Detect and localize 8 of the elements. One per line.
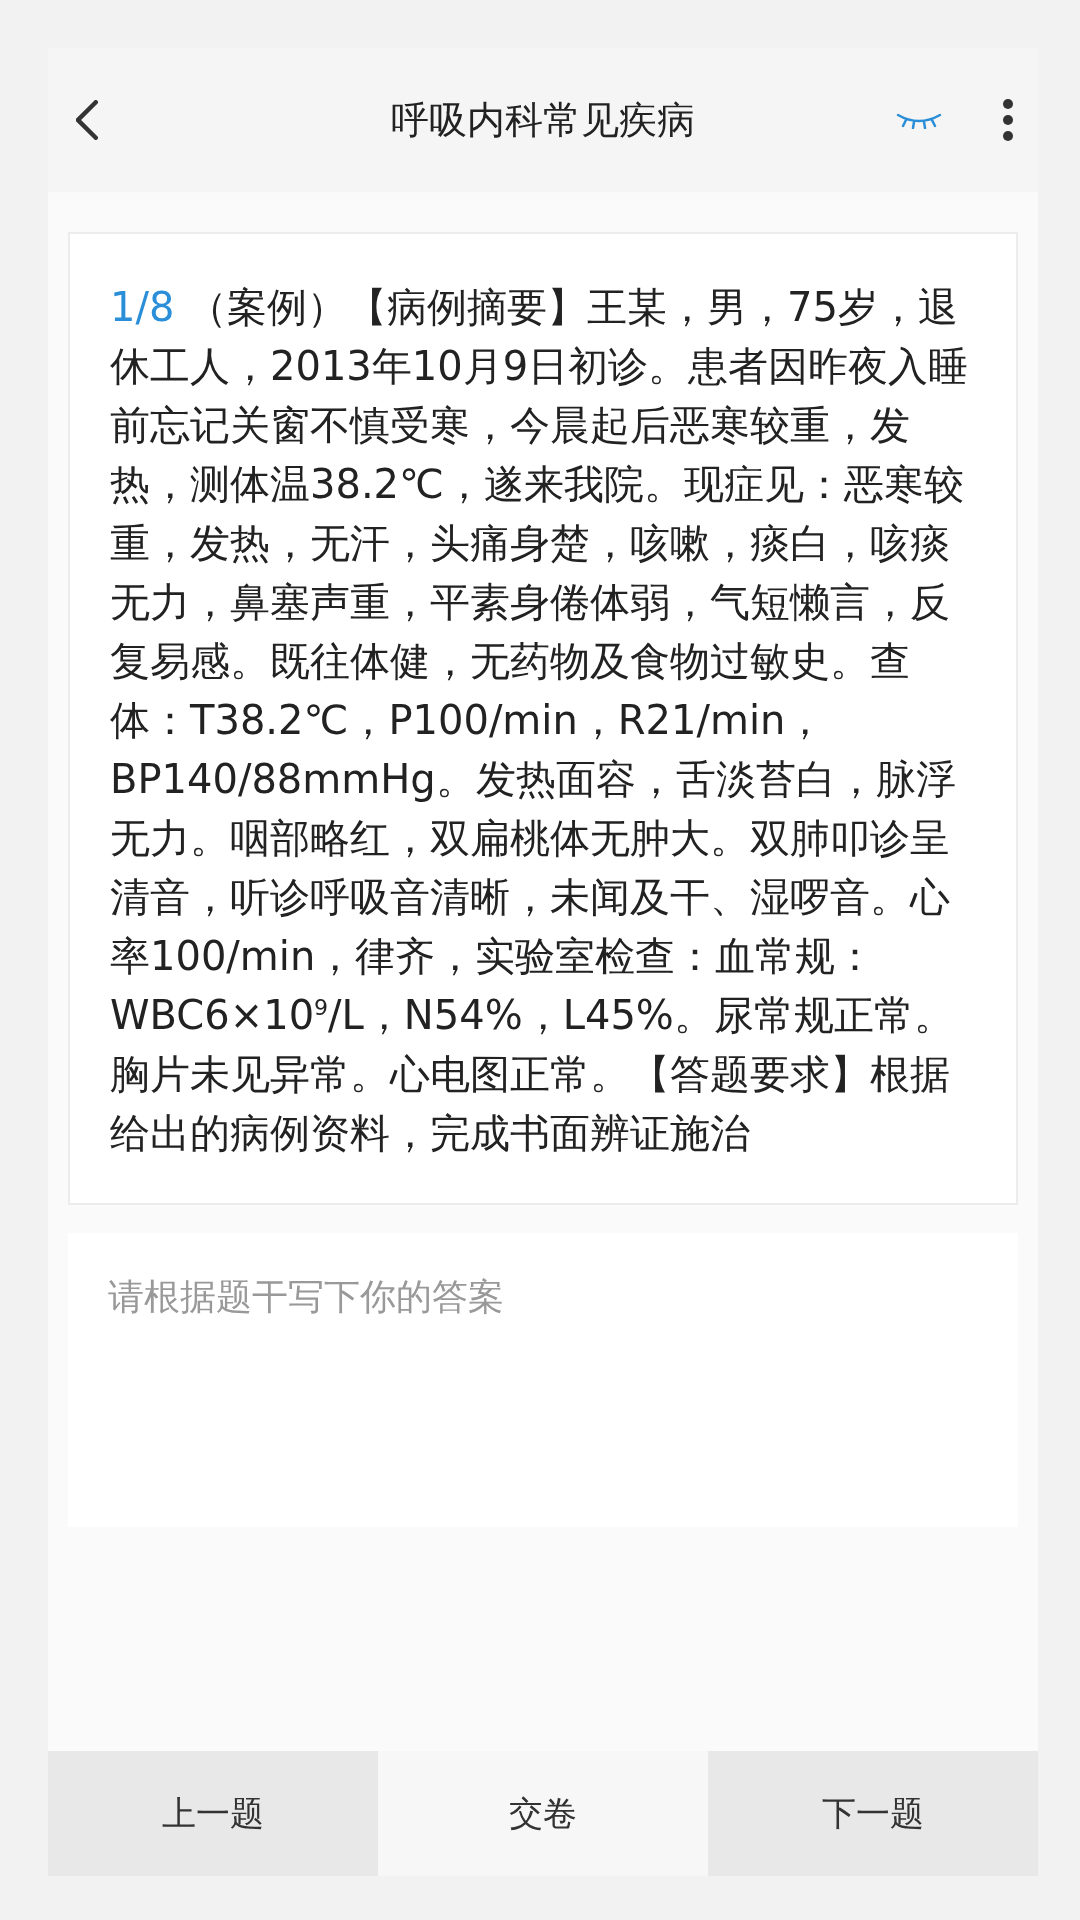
answer-field[interactable]: 请根据题干写下你的答案 [68,1233,1018,1527]
nav-button[interactable]: 上一题 [48,1751,378,1876]
more-menu-icon[interactable] [1002,98,1014,142]
back-icon[interactable] [76,100,100,140]
page-title: 呼吸内科常见疾病 [390,96,696,144]
closed-eye-icon[interactable] [896,111,942,129]
nav-button[interactable]: 下一题 [708,1751,1038,1876]
question-text: 1/8 （案例）【病例摘要】王某，男，75岁，退休工人，2013年10月9日初诊。患者因昨夜入睡前忘记关窗不慎受寒，今晨起后恶寒较重，发热，测体温38.2℃，遂来我院。现症见：恶寒较重，发热，无汗，头痛身楚，咳嗽，痰白，咳痰无力，鼻塞声重，平素身倦体弱，气短懒言，反复易感。既往体健，无药物及食物过敏史。查体：T38.2℃，P100/min，R21/min，BP140/88mmHg。发热面容，舌淡苔白，脉浮无力。咽部略红，双扁桃体无肿大。双肺叩诊呈清音，听诊呼吸音清晰，未闻及干、湿啰音。心率100/min，律齐，实验室检查：血常规：WBC6×10$^{9}$/L，N54%，L45%。尿常规正常。胸片未见异常。心电图正常。【答题要求】根据给出的病例资料，完成书面辨证施治 [110,283,970,1158]
